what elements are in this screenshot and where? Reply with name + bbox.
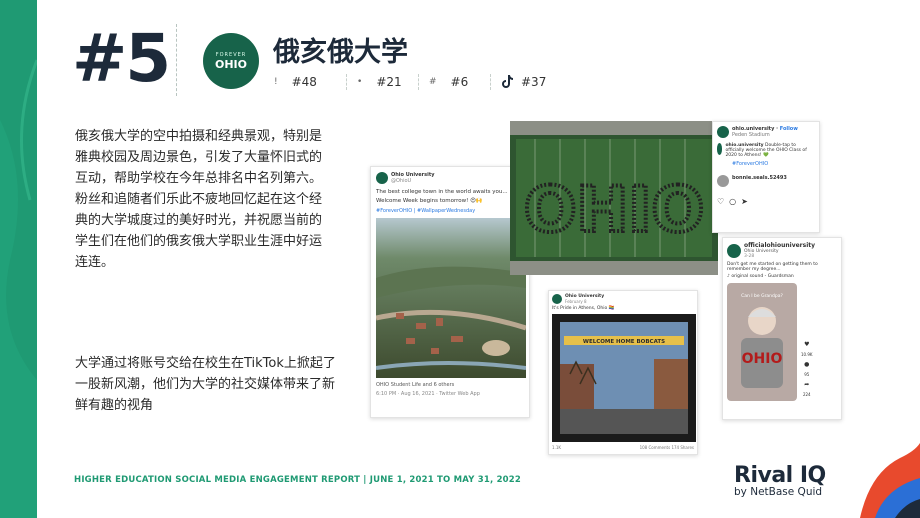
like-icon[interactable]: ♥ [804,341,809,348]
tt-caption: Don't get me started on getting them to … [727,262,818,272]
avatar [552,294,562,304]
field-ohio-text: OHIO [524,173,704,246]
tt-comments: 95 [804,372,810,377]
comment-icon[interactable]: ● [804,361,809,368]
follow-button[interactable]: Follow [780,126,798,132]
university-name: 俄亥俄大学 [273,37,408,68]
rank-label: #6 [450,75,469,89]
rank-tiktok: #37 [490,74,562,90]
share-icon[interactable]: ➦ [804,381,809,388]
tt-overlay: Can I be Grandpa? [741,293,783,299]
tweet-handle: @OhioU [391,178,412,184]
avatar [717,143,723,155]
description-paragraph: 俄亥俄大学的空中拍摄和经典景观，特别是雅典校园及周边景色，引发了大量怀旧式的互动… [75,129,323,270]
platform-ranks: ! #48 • #21 # #6 #37 [274,74,562,90]
tiktok-card: officialohiouniversity Ohio University 3… [722,237,842,420]
stadium-aerial-photo: OHIO [510,121,718,275]
rank-divider [418,74,419,90]
tweet-text-2: Welcome Week begins tomorrow! 😍🙌 [376,198,483,204]
avatar [727,243,741,258]
facebook-icon: ! [274,77,278,87]
tiktok-video[interactable]: OHIO Can I be Grandpa? [727,283,797,401]
comment-icon[interactable]: ○ [729,197,736,206]
fb-reactions: 1.1K [552,445,561,450]
ig-location: Peden Stadium [732,132,770,138]
avatar [717,126,729,138]
aerial-town-photo [376,218,526,378]
share-icon[interactable]: ➤ [741,197,748,206]
fb-caption: It's Pride in Athens, Ohio 🏳️‍🌈 [552,306,615,311]
brand-sub: by NetBase Quid [734,486,823,498]
tweet-text-1: The best college town in the world await… [376,189,508,195]
tt-date: 3-28 [744,254,755,259]
instagram-icon: • [357,77,363,87]
tweet-card: Ohio University @OhioU The best college … [370,166,530,418]
banner-text: WELCOME HOME BOBCATS [583,339,665,345]
rank-divider [346,74,347,90]
ig-hashtag[interactable]: #ForeverOHIO [732,161,815,167]
logo-big-text: OHIO [214,57,247,71]
avatar [717,175,729,187]
instagram-card: ohio.university · Follow Peden Stadium o… [712,121,820,233]
report-footer: HIGHER EDUCATION SOCIAL MEDIA ENGAGEMENT… [74,475,522,485]
facebook-card: Ohio University February 8 It's Pride in… [548,290,698,455]
university-logo: FOREVER OHIO [203,33,259,89]
street-photo: WELCOME HOME BOBCATS [552,314,696,442]
avatar [376,172,388,184]
rank-label: #37 [521,75,547,89]
tiktok-icon [502,75,513,88]
left-accent-bar [0,0,37,518]
rank-facebook: ! #48 [274,74,346,90]
tt-shares: 224 [802,392,811,397]
tweet-hashtags[interactable]: #ForeverOHIO | #WallpaperWednesday [376,208,524,214]
header-divider [176,24,177,96]
heart-icon[interactable]: ♡ [717,197,724,206]
rank-divider [490,74,491,90]
rivaliq-logo: Rival IQ by NetBase Quid [734,463,826,498]
tt-likes: 10.9K [801,352,813,357]
rank-label: #21 [376,75,402,89]
tiktok-paragraph: 大学通过将账号交给在校生在TikTok上掀起了一股新风潮，他们为大学的社交媒体带… [75,356,336,413]
corner-decoration [860,443,920,518]
tweet-tagged: OHIO Student Life and 6 others [376,382,455,388]
fb-date: February 8 [565,299,587,304]
rank-number: #5 [72,20,171,97]
fb-stats: 108 Comments 174 Shares [639,445,694,450]
rank-label: #48 [291,75,317,89]
svg-text:OHIO: OHIO [742,351,783,367]
tt-account: officialohiouniversity [744,242,816,249]
ig-comment-user: bonnie.seals.52493 [732,175,787,181]
twitter-icon: # [429,77,437,87]
tweet-timestamp: 6:10 PM · Aug 16, 2021 · Twitter Web App [376,391,480,397]
brand-name: Rival IQ [734,463,826,488]
rank-instagram: • #21 [346,74,418,90]
tt-sound: original sound - Guardsman [731,274,794,279]
rank-twitter: # #6 [418,74,490,90]
